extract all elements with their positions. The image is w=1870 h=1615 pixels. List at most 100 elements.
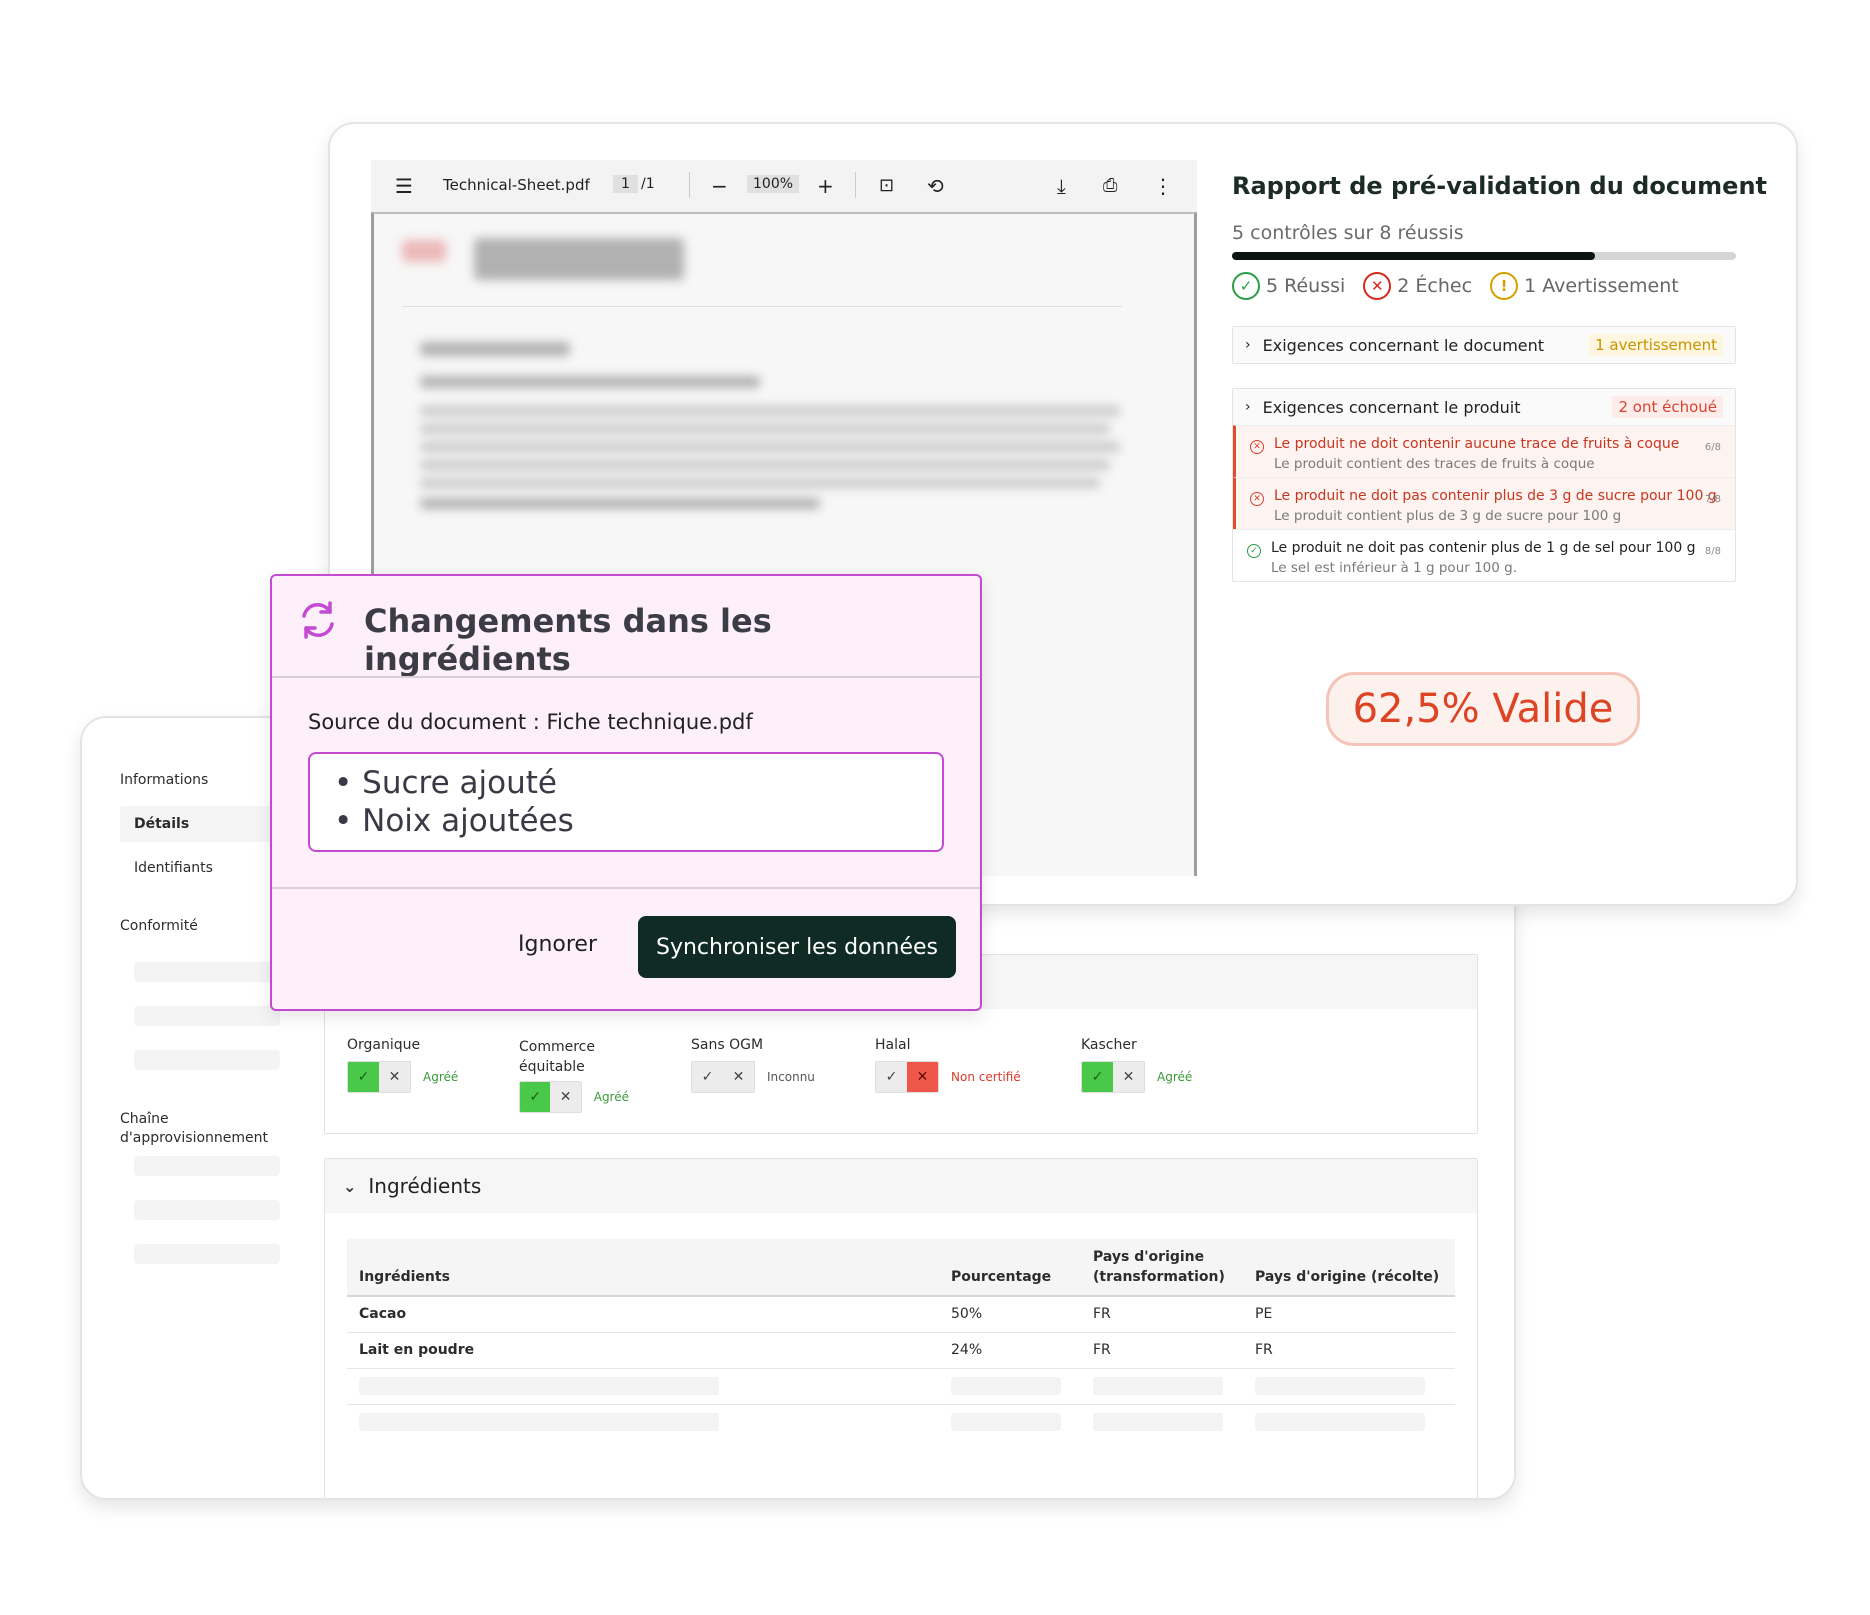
check-circle-icon: ✓ [1232, 272, 1260, 300]
check-icon[interactable]: ✓ [692, 1062, 723, 1092]
accordion-header[interactable]: › Exigences concernant le document 1 ave… [1233, 327, 1735, 363]
list-item: • Sucre ajouté [334, 765, 557, 801]
cell-ingredient: Cacao [347, 1295, 939, 1332]
report-summary: 5 contrôles sur 8 réussis [1232, 222, 1464, 244]
cell-percentage: 24% [939, 1331, 1081, 1368]
close-icon[interactable]: ✕ [907, 1062, 938, 1092]
cert-status: Agréé [1157, 1070, 1193, 1084]
accordion-label: Exigences concernant le produit [1262, 397, 1521, 417]
pdf-toolbar: ☰ Technical-Sheet.pdf 1 /1 − 100% + ⊡ ⟲ … [371, 160, 1197, 212]
nav-section-supply-chain: Chaîne d'approvisionnement [120, 1111, 268, 1146]
warning-badge: 1 avertissement [1589, 334, 1723, 356]
rotate-icon[interactable]: ⟲ [927, 174, 944, 198]
accordion-product-requirements[interactable]: › Exigences concernant le produit 2 ont … [1232, 388, 1736, 582]
requirement-item[interactable]: ✕ Le produit ne doit pas contenir plus d… [1233, 477, 1735, 529]
ingredients-table: Ingrédients Pourcentage Pays d'origine (… [347, 1239, 1455, 1440]
close-icon[interactable]: ✕ [723, 1062, 754, 1092]
table-row[interactable]: Lait en poudre 24% FR FR [347, 1331, 1455, 1368]
zoom-out-icon[interactable]: − [711, 174, 728, 198]
warning-count: 1 Avertissement [1524, 275, 1679, 297]
chevron-right-icon[interactable]: › [1245, 337, 1251, 353]
pdf-text-blurred [420, 478, 1100, 488]
check-icon[interactable]: ✓ [348, 1062, 379, 1092]
pdf-text-blurred [420, 406, 1120, 416]
more-vertical-icon[interactable]: ⋮ [1153, 174, 1173, 198]
cell-ingredient: Lait en poudre [347, 1331, 939, 1368]
validity-score-badge: 62,5% Valide [1326, 672, 1640, 746]
download-icon[interactable]: ⤓ [1057, 174, 1066, 198]
cell-origin-processing: FR [1081, 1331, 1243, 1368]
page-total: /1 [641, 176, 655, 192]
list-item: • Noix ajoutées [334, 803, 574, 839]
close-icon[interactable]: ✕ [1113, 1062, 1144, 1092]
check-icon[interactable]: ✓ [520, 1082, 551, 1112]
print-icon[interactable]: ⎙ [1103, 174, 1117, 198]
cert-label: Organique [347, 1037, 421, 1053]
requirement-index: 6/8 [1704, 442, 1721, 453]
failed-count: 2 Échec [1397, 275, 1473, 297]
zoom-input[interactable]: 100% [747, 175, 800, 193]
page-number-input[interactable]: 1 [613, 175, 638, 193]
sync-data-button[interactable]: Synchroniser les données [638, 916, 956, 978]
failed-badge: 2 ont échoué [1612, 396, 1723, 418]
nav-skeleton [134, 1156, 280, 1176]
chevron-down-icon[interactable]: ⌄ [343, 1177, 356, 1196]
sync-icon [296, 598, 340, 642]
cert-label: Kascher [1081, 1037, 1137, 1053]
check-icon[interactable]: ✓ [1082, 1062, 1113, 1092]
col-header-percentage: Pourcentage [951, 1269, 1052, 1285]
cert-commerce-equitable: Commerce équitable ✓ ✕ Agréé [519, 1037, 629, 1113]
report-progress-bar [1232, 252, 1736, 260]
requirement-item[interactable]: ✕ Le produit ne doit contenir aucune tra… [1233, 425, 1735, 477]
accordion-document-requirements[interactable]: › Exigences concernant le document 1 ave… [1232, 326, 1736, 364]
ingredients-panel-header[interactable]: ⌄ Ingrédients [325, 1159, 1477, 1213]
cert-toggle[interactable]: ✓ ✕ [691, 1061, 755, 1093]
table-row-skeleton [347, 1367, 1455, 1404]
nav-item-details-label: Détails [134, 816, 190, 832]
cert-organique: Organique ✓ ✕ Agréé [347, 1037, 458, 1093]
col-header-origin-harvest: Pays d'origine (récolte) [1255, 1269, 1440, 1285]
cert-halal: Halal ✓ ✕ Non certifié [875, 1037, 1021, 1093]
x-circle-icon: ✕ [1250, 440, 1264, 454]
passed-count: 5 Réussi [1266, 275, 1346, 297]
warning-circle-icon: ! [1490, 272, 1519, 300]
cert-toggle[interactable]: ✓ ✕ [875, 1061, 939, 1093]
report-progress-fill [1232, 252, 1595, 260]
cert-toggle[interactable]: ✓ ✕ [519, 1081, 582, 1113]
accordion-header[interactable]: › Exigences concernant le produit 2 ont … [1233, 389, 1735, 425]
zoom-in-icon[interactable]: + [817, 174, 834, 198]
col-header-ingredient: Ingrédients [359, 1269, 450, 1285]
nav-skeleton [134, 1200, 280, 1220]
cell-percentage: 50% [939, 1295, 1081, 1332]
pdf-logo-blurred [402, 240, 446, 262]
requirement-title: Le produit ne doit pas contenir plus de … [1274, 488, 1717, 504]
cert-status: Inconnu [767, 1070, 815, 1084]
nav-item-identifiers[interactable]: Identifiants [134, 860, 213, 876]
accordion-label: Exigences concernant le document [1262, 335, 1545, 355]
cert-toggle[interactable]: ✓ ✕ [347, 1061, 411, 1093]
fit-page-icon[interactable]: ⊡ [879, 174, 894, 198]
nav-skeleton [134, 1006, 280, 1026]
nav-item-details[interactable]: Détails [120, 806, 280, 842]
change-item: Noix ajoutées [362, 803, 574, 839]
requirement-item[interactable]: ✓ Le produit ne doit pas contenir plus d… [1233, 529, 1735, 581]
ignore-button[interactable]: Ignorer [518, 932, 597, 957]
cert-label: Sans OGM [691, 1037, 764, 1053]
requirement-title: Le produit ne doit pas contenir plus de … [1271, 540, 1696, 556]
close-icon[interactable]: ✕ [379, 1062, 410, 1092]
pdf-heading-blurred [474, 238, 684, 280]
requirement-detail: Le produit contient des traces de fruits… [1274, 456, 1595, 472]
menu-icon[interactable]: ☰ [395, 174, 413, 198]
chevron-right-icon[interactable]: › [1245, 399, 1251, 415]
table-row[interactable]: Cacao 50% FR PE [347, 1295, 1455, 1332]
pdf-text-blurred [420, 342, 570, 356]
nav-skeleton [134, 962, 280, 982]
pdf-text-blurred [420, 442, 1120, 452]
close-icon[interactable]: ✕ [550, 1082, 581, 1112]
check-icon[interactable]: ✓ [876, 1062, 907, 1092]
cert-toggle[interactable]: ✓ ✕ [1081, 1061, 1145, 1093]
cert-kascher: Kascher ✓ ✕ Agréé [1081, 1037, 1192, 1093]
report-counters: ✓ 5 Réussi ✕ 2 Échec ! 1 Avertissement [1232, 272, 1679, 300]
cell-origin-harvest: FR [1243, 1331, 1455, 1368]
nav-skeleton [134, 1050, 280, 1070]
